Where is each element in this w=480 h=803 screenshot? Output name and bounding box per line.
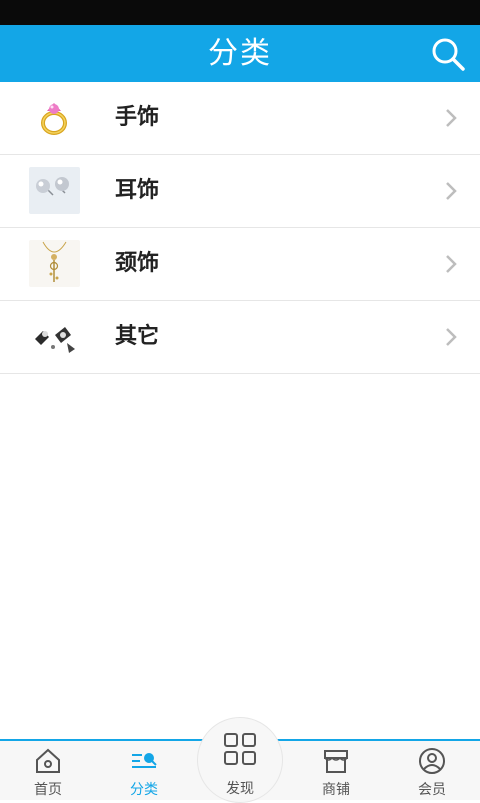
chevron-right-icon bbox=[446, 182, 457, 200]
tab-shop[interactable]: 商铺 bbox=[288, 741, 384, 800]
tab-discover[interactable]: 发现 bbox=[192, 729, 288, 800]
brooch-thumbnail bbox=[29, 313, 80, 360]
tab-label: 发现 bbox=[226, 781, 254, 797]
app-header: 分类 bbox=[0, 25, 480, 82]
page-title: 分类 bbox=[208, 36, 272, 71]
shop-icon bbox=[324, 750, 348, 773]
tab-label: 商铺 bbox=[322, 782, 350, 798]
category-row-hand[interactable]: 手饰 bbox=[0, 82, 480, 155]
category-list: 手饰 耳饰 颈饰 其它 bbox=[0, 82, 480, 374]
ring-thumbnail bbox=[29, 94, 80, 141]
chevron-right-icon bbox=[446, 255, 457, 273]
category-row-other[interactable]: 其它 bbox=[0, 301, 480, 374]
search-icon[interactable] bbox=[430, 36, 466, 72]
tab-label: 分类 bbox=[130, 782, 158, 798]
grid-icon bbox=[224, 733, 256, 765]
tab-home[interactable]: 首页 bbox=[0, 741, 96, 800]
tab-label: 会员 bbox=[418, 782, 446, 798]
category-row-ear[interactable]: 耳饰 bbox=[0, 155, 480, 228]
necklace-thumbnail bbox=[29, 240, 80, 287]
category-row-neck[interactable]: 颈饰 bbox=[0, 228, 480, 301]
user-icon bbox=[419, 748, 445, 774]
tab-member[interactable]: 会员 bbox=[384, 741, 480, 800]
category-label: 颈饰 bbox=[115, 251, 160, 276]
pearl-earrings-thumbnail bbox=[29, 167, 80, 214]
category-label: 其它 bbox=[115, 324, 160, 349]
tab-label: 首页 bbox=[34, 782, 62, 798]
chevron-right-icon bbox=[446, 328, 457, 346]
chevron-right-icon bbox=[446, 109, 457, 127]
tab-category[interactable]: 分类 bbox=[96, 741, 192, 800]
category-label: 手饰 bbox=[115, 105, 160, 130]
category-icon bbox=[132, 753, 157, 768]
category-label: 耳饰 bbox=[115, 178, 160, 203]
status-bar bbox=[0, 0, 480, 25]
home-icon bbox=[36, 748, 60, 773]
